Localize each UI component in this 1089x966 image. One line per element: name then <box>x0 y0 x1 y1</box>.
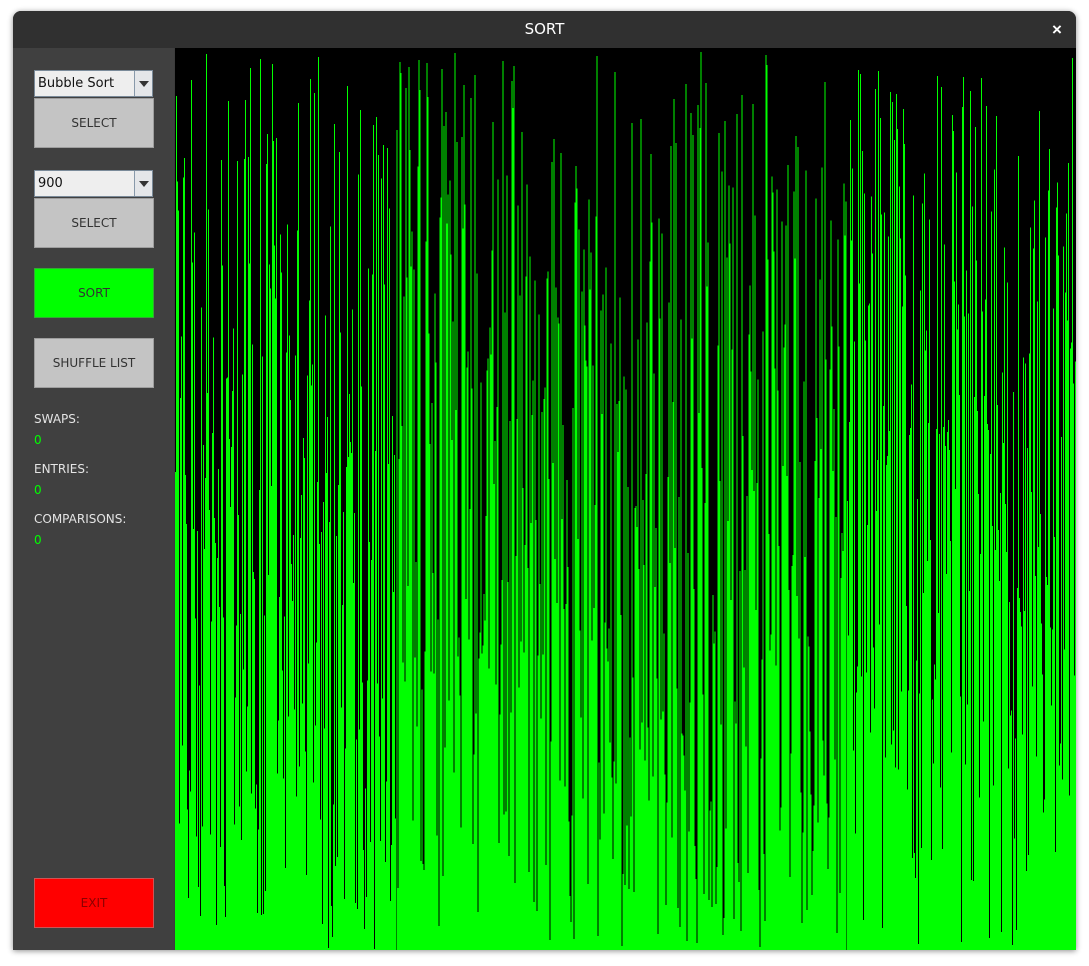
sort-button[interactable]: SORT <box>34 268 154 318</box>
algorithm-dropdown[interactable]: Bubble Sort <box>34 70 153 97</box>
algorithm-dropdown-value: Bubble Sort <box>38 76 115 91</box>
size-dropdown-value: 900 <box>38 176 63 191</box>
control-panel: Bubble Sort SELECT 900 SELECT SORT SHUFF… <box>13 48 174 950</box>
chevron-down-icon[interactable] <box>134 171 152 196</box>
exit-button[interactable]: EXIT <box>34 878 154 928</box>
bar-visualization <box>175 52 1076 950</box>
title-bar: SORT × <box>13 11 1076 48</box>
close-icon[interactable]: × <box>1046 11 1068 48</box>
size-dropdown[interactable]: 900 <box>34 170 153 197</box>
window-title: SORT <box>524 20 565 38</box>
entries-label: ENTRIES: <box>34 462 90 476</box>
value-bars <box>175 52 1076 950</box>
sort-window: SORT × Bubble Sort SELECT 900 SELECT SOR… <box>13 11 1076 950</box>
chevron-down-icon[interactable] <box>134 71 152 96</box>
select-algorithm-button[interactable]: SELECT <box>34 98 154 148</box>
swaps-label: SWAPS: <box>34 412 80 426</box>
shuffle-list-button[interactable]: SHUFFLE LIST <box>34 338 154 388</box>
swaps-value: 0 <box>34 433 42 447</box>
sort-visualization-canvas <box>175 48 1076 950</box>
entries-value: 0 <box>34 483 42 497</box>
comparisons-value: 0 <box>34 533 42 547</box>
select-size-button[interactable]: SELECT <box>34 198 154 248</box>
comparisons-label: COMPARISONS: <box>34 512 127 526</box>
